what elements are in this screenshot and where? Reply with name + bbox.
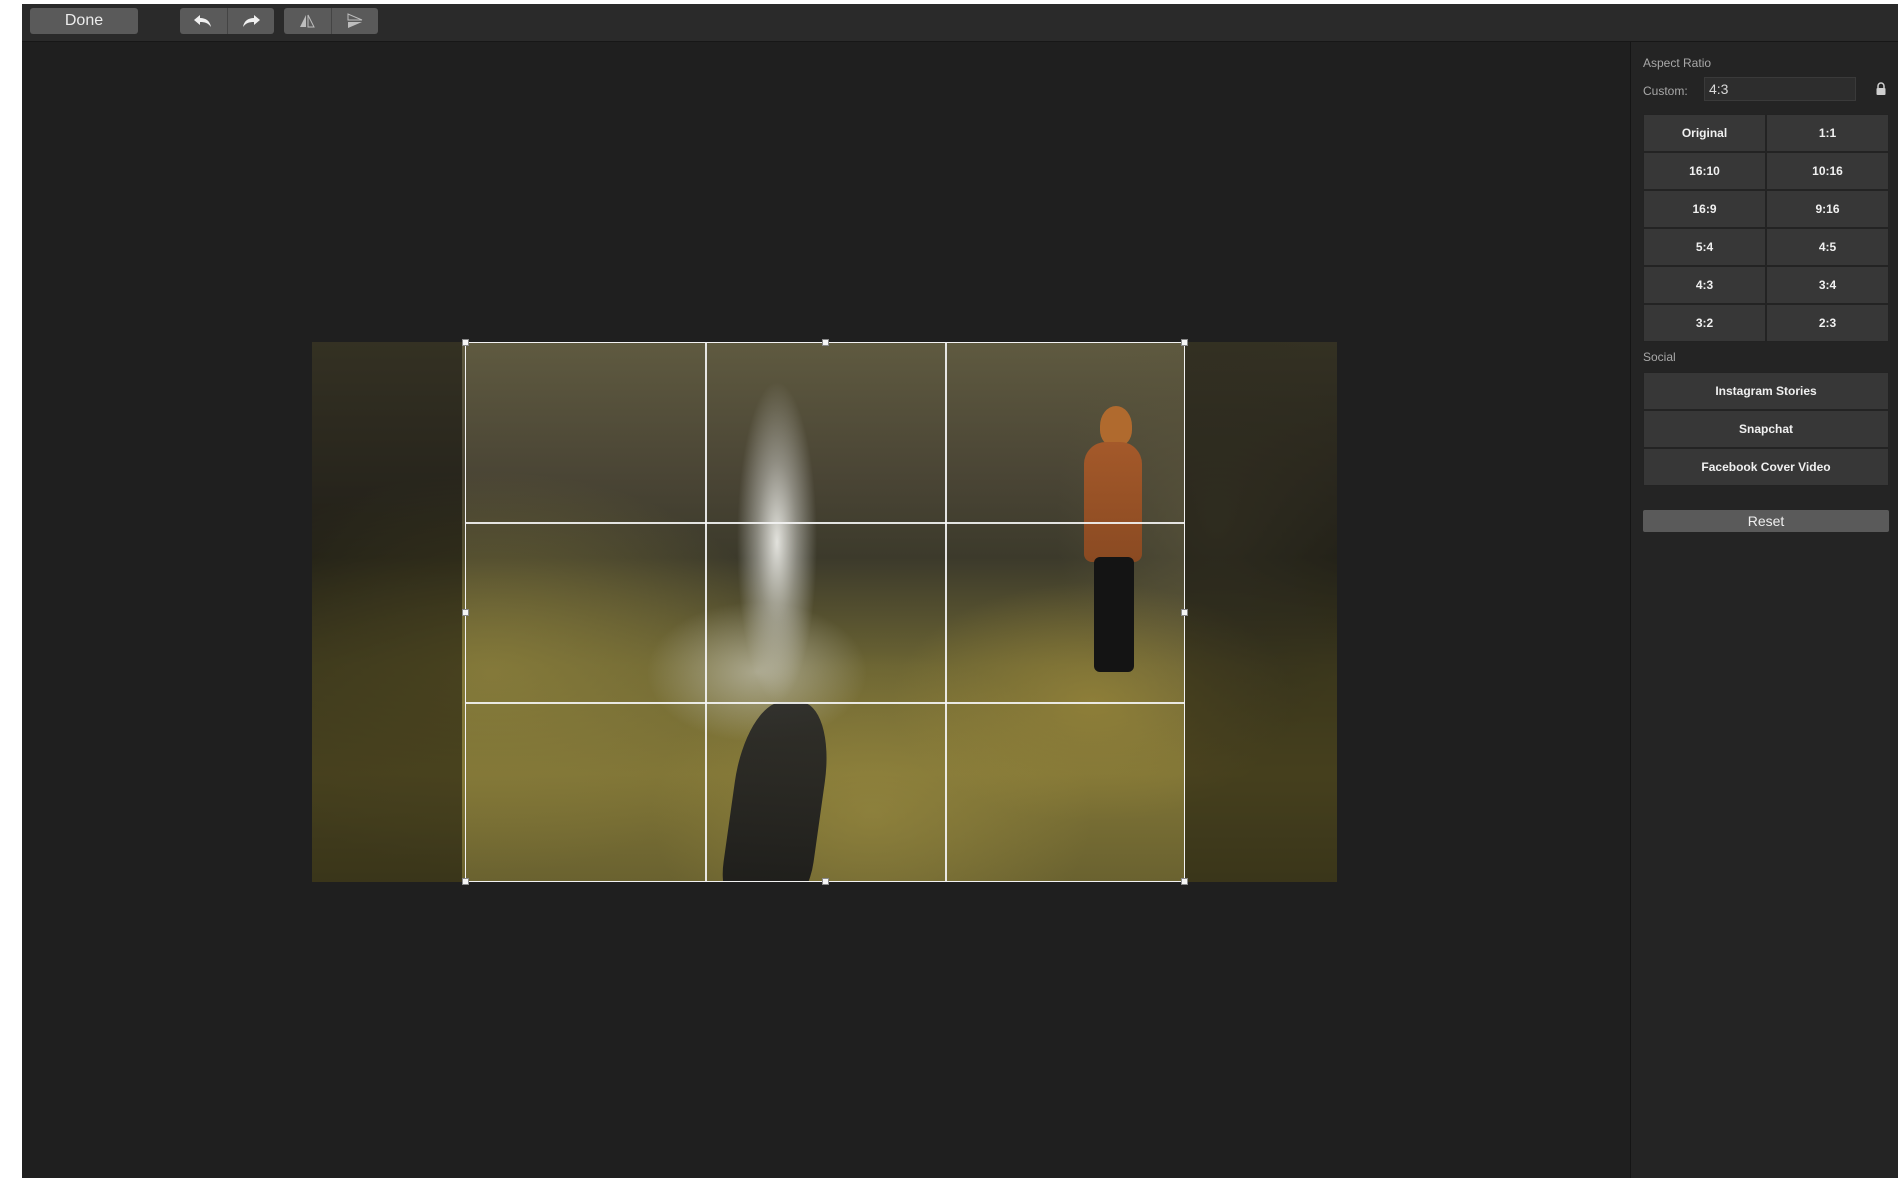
- crop-canvas: [22, 42, 1630, 1178]
- flip-horizontal-icon: [300, 14, 316, 28]
- undo-button[interactable]: [180, 8, 228, 34]
- ratio-1-1-button[interactable]: 1:1: [1766, 114, 1889, 152]
- ratio-9-16-button[interactable]: 9:16: [1766, 190, 1889, 228]
- redo-button[interactable]: [228, 8, 275, 34]
- ratio-16-10-button[interactable]: 16:10: [1643, 152, 1766, 190]
- instagram-stories-button[interactable]: Instagram Stories: [1643, 372, 1889, 410]
- social-presets-list: Instagram Stories Snapchat Facebook Cove…: [1643, 372, 1889, 486]
- flip-group: [284, 8, 378, 34]
- crop-handle-top-right[interactable]: [1181, 339, 1188, 346]
- ratio-4-5-button[interactable]: 4:5: [1766, 228, 1889, 266]
- done-button[interactable]: Done: [30, 8, 138, 34]
- ratio-3-4-button[interactable]: 3:4: [1766, 266, 1889, 304]
- ratio-3-2-button[interactable]: 3:2: [1643, 304, 1766, 342]
- crop-handle-bottom[interactable]: [822, 878, 829, 885]
- crop-handle-bottom-right[interactable]: [1181, 878, 1188, 885]
- lock-icon[interactable]: [1875, 82, 1889, 96]
- ratio-2-3-button[interactable]: 2:3: [1766, 304, 1889, 342]
- crop-grid-line: [705, 343, 707, 881]
- custom-ratio-label: Custom:: [1643, 84, 1688, 98]
- ratio-4-3-button[interactable]: 4:3: [1643, 266, 1766, 304]
- crop-grid-line: [466, 522, 1184, 524]
- flip-vertical-button[interactable]: [332, 8, 379, 34]
- aspect-ratio-heading: Aspect Ratio: [1643, 56, 1712, 70]
- social-heading: Social: [1643, 350, 1676, 364]
- facebook-cover-video-button[interactable]: Facebook Cover Video: [1643, 448, 1889, 486]
- crop-shade-right: [1184, 342, 1337, 882]
- undo-arrow-icon: [194, 15, 212, 27]
- reset-button[interactable]: Reset: [1643, 510, 1889, 532]
- crop-sidebar: Aspect Ratio Custom: Original 1:1 16:10 …: [1630, 42, 1898, 1178]
- redo-arrow-icon: [242, 15, 260, 27]
- ratio-16-9-button[interactable]: 16:9: [1643, 190, 1766, 228]
- ratio-10-16-button[interactable]: 10:16: [1766, 152, 1889, 190]
- crop-handle-left[interactable]: [462, 609, 469, 616]
- aspect-ratio-grid: Original 1:1 16:10 10:16 16:9 9:16 5:4 4…: [1643, 114, 1889, 342]
- toolbar: Done: [22, 4, 1898, 42]
- undo-redo-group: [180, 8, 274, 34]
- custom-ratio-input[interactable]: [1704, 77, 1856, 101]
- ratio-original-button[interactable]: Original: [1643, 114, 1766, 152]
- flip-vertical-icon: [347, 13, 362, 28]
- crop-grid-line: [945, 343, 947, 881]
- flip-horizontal-button[interactable]: [284, 8, 332, 34]
- crop-frame[interactable]: [462, 339, 1188, 885]
- crop-grid-line: [466, 702, 1184, 704]
- crop-shade-left: [312, 342, 462, 882]
- crop-editor-window: Done Aspect Ratio Custom: 4:3 Original 1…: [22, 4, 1898, 1178]
- crop-handle-top[interactable]: [822, 339, 829, 346]
- crop-handle-bottom-left[interactable]: [462, 878, 469, 885]
- crop-handle-top-left[interactable]: [462, 339, 469, 346]
- snapchat-button[interactable]: Snapchat: [1643, 410, 1889, 448]
- crop-handle-right[interactable]: [1181, 609, 1188, 616]
- ratio-5-4-button[interactable]: 5:4: [1643, 228, 1766, 266]
